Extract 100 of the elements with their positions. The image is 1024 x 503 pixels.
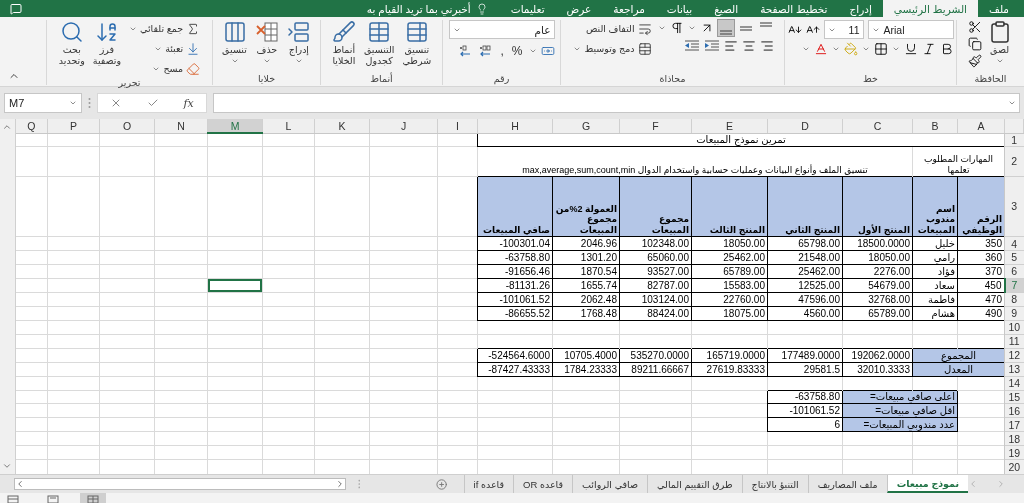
paste-button[interactable]: لصق bbox=[985, 20, 1014, 65]
view-icon[interactable] bbox=[80, 493, 106, 503]
row-header[interactable]: 11 bbox=[1004, 334, 1024, 349]
cells-button[interactable]: تنسيق bbox=[220, 20, 249, 65]
column-header[interactable]: J bbox=[369, 119, 438, 133]
ribbon-tab[interactable]: تعليمات bbox=[499, 0, 556, 17]
caret-icon[interactable] bbox=[1008, 99, 1016, 107]
indent-icon[interactable] bbox=[683, 39, 700, 53]
row-header[interactable]: 12 bbox=[1004, 348, 1024, 363]
row-header[interactable]: 8 bbox=[1004, 292, 1024, 307]
sheet-tab[interactable]: نموذج مبيعات bbox=[886, 475, 968, 493]
drag-handle-icon[interactable] bbox=[88, 97, 91, 109]
column-header[interactable]: K bbox=[314, 119, 370, 133]
ribbon-tab[interactable]: بيانات bbox=[655, 0, 704, 17]
column-header[interactable]: F bbox=[619, 119, 692, 133]
cells-button[interactable]: حذف bbox=[252, 20, 281, 65]
tell-me-button[interactable]: أخبرني بما تريد القيام به bbox=[360, 0, 494, 17]
borders-icon[interactable] bbox=[873, 42, 888, 56]
percent-button[interactable]: % bbox=[509, 42, 525, 59]
ribbon-tab[interactable]: ملف bbox=[978, 0, 1020, 17]
ribbon-tab[interactable]: إدراج bbox=[838, 0, 883, 17]
conditional-format-icon[interactable] bbox=[404, 20, 429, 44]
insert-function-button[interactable]: fx bbox=[183, 96, 194, 110]
column-header[interactable]: G bbox=[552, 119, 620, 133]
merge-cells-icon[interactable] bbox=[637, 41, 652, 56]
table-icon[interactable] bbox=[367, 20, 392, 44]
row-header[interactable]: 14 bbox=[1004, 376, 1024, 391]
ribbon-tab[interactable]: عرض bbox=[555, 0, 603, 17]
row-header[interactable]: 9 bbox=[1004, 306, 1024, 321]
eraser-icon[interactable] bbox=[186, 61, 201, 76]
italic-icon[interactable] bbox=[921, 42, 936, 56]
columns-icon[interactable] bbox=[222, 20, 247, 44]
drag-handle-icon[interactable] bbox=[357, 478, 361, 490]
paintbrush-icon[interactable] bbox=[967, 54, 982, 68]
underline-icon[interactable] bbox=[903, 42, 918, 56]
row-header[interactable]: 13 bbox=[1004, 362, 1024, 377]
column-header[interactable]: I bbox=[437, 119, 478, 133]
comma-button[interactable]: , bbox=[498, 42, 506, 59]
wrap-text-button[interactable]: التفاف النص bbox=[571, 20, 654, 37]
scroll-left-icon[interactable] bbox=[15, 479, 25, 489]
align-center-icon[interactable] bbox=[741, 39, 756, 53]
styles-button[interactable]: تنسيق شرطي bbox=[400, 20, 434, 67]
copy-icon[interactable] bbox=[967, 37, 982, 51]
delete-cells-icon[interactable] bbox=[254, 20, 279, 44]
caret-icon[interactable] bbox=[861, 45, 870, 53]
column-header[interactable]: H bbox=[477, 119, 553, 133]
merge-center-button[interactable]: دمج وتوسيط bbox=[571, 40, 654, 57]
row-header[interactable]: 2 bbox=[1004, 146, 1024, 177]
row-header[interactable]: 15 bbox=[1004, 390, 1024, 404]
fill-button[interactable]: تعبئة bbox=[127, 40, 203, 57]
ribbon-tab[interactable]: الصيغ bbox=[703, 0, 750, 17]
sort-icon[interactable] bbox=[94, 20, 119, 44]
row-header[interactable]: 16 bbox=[1004, 404, 1024, 418]
column-header[interactable]: Q bbox=[15, 119, 48, 133]
insert-rows-icon[interactable] bbox=[286, 20, 311, 44]
brush-icon[interactable] bbox=[331, 20, 356, 44]
find-select-button[interactable]: بحث وتحديد bbox=[56, 20, 87, 67]
column-header[interactable]: O bbox=[99, 119, 155, 133]
column-header[interactable]: M bbox=[207, 119, 263, 133]
fill-down-icon[interactable] bbox=[186, 41, 201, 56]
fill-color-icon[interactable] bbox=[843, 42, 858, 56]
column-header[interactable]: P bbox=[47, 119, 100, 133]
caret-icon[interactable] bbox=[657, 24, 666, 32]
row-header[interactable]: 18 bbox=[1004, 431, 1024, 446]
align-right-icon[interactable] bbox=[759, 39, 774, 53]
column-header[interactable]: C bbox=[842, 119, 913, 133]
column-header[interactable]: B bbox=[912, 119, 958, 133]
caret-icon[interactable] bbox=[831, 45, 840, 53]
cells-button[interactable]: إدراج bbox=[284, 20, 313, 65]
selected-cell[interactable] bbox=[207, 278, 263, 293]
wrap-text-icon[interactable] bbox=[637, 21, 652, 36]
styles-button[interactable]: التنسيق كجدول bbox=[361, 20, 397, 67]
caret-icon[interactable] bbox=[891, 45, 900, 53]
styles-button[interactable]: أنماط الخلايا bbox=[329, 20, 358, 67]
scroll-down-icon[interactable] bbox=[2, 461, 13, 471]
column-header[interactable]: E bbox=[691, 119, 768, 133]
scroll-up-icon[interactable] bbox=[2, 122, 13, 132]
name-box[interactable]: M7 bbox=[4, 93, 82, 113]
comment-icon[interactable] bbox=[10, 2, 22, 15]
row-header[interactable]: 7 bbox=[1004, 278, 1024, 293]
enter-icon[interactable] bbox=[146, 97, 159, 109]
sort-filter-button[interactable]: فرز وتصفية bbox=[90, 20, 124, 67]
vertical-scrollbar[interactable] bbox=[0, 119, 16, 474]
row-header[interactable]: 5 bbox=[1004, 250, 1024, 265]
font-size-field[interactable]: 11 bbox=[823, 20, 864, 39]
formula-input[interactable] bbox=[213, 93, 1020, 113]
scissors-icon[interactable] bbox=[967, 20, 982, 34]
column-header[interactable]: L bbox=[262, 119, 315, 133]
number-format-field[interactable]: عام bbox=[448, 20, 555, 39]
row-header[interactable]: 3 bbox=[1004, 176, 1024, 237]
clear-button[interactable]: مسح bbox=[127, 60, 203, 77]
column-header[interactable]: A bbox=[957, 119, 1005, 133]
pilcrow-icon[interactable] bbox=[669, 21, 684, 35]
row-header[interactable]: 10 bbox=[1004, 320, 1024, 335]
caret-icon[interactable] bbox=[69, 99, 77, 107]
lightbulb-icon[interactable] bbox=[475, 2, 488, 15]
row-header[interactable]: 19 bbox=[1004, 445, 1024, 460]
add-sheet-icon[interactable] bbox=[436, 477, 448, 491]
row-header[interactable]: 4 bbox=[1004, 236, 1024, 251]
align-left-icon[interactable] bbox=[723, 39, 738, 53]
